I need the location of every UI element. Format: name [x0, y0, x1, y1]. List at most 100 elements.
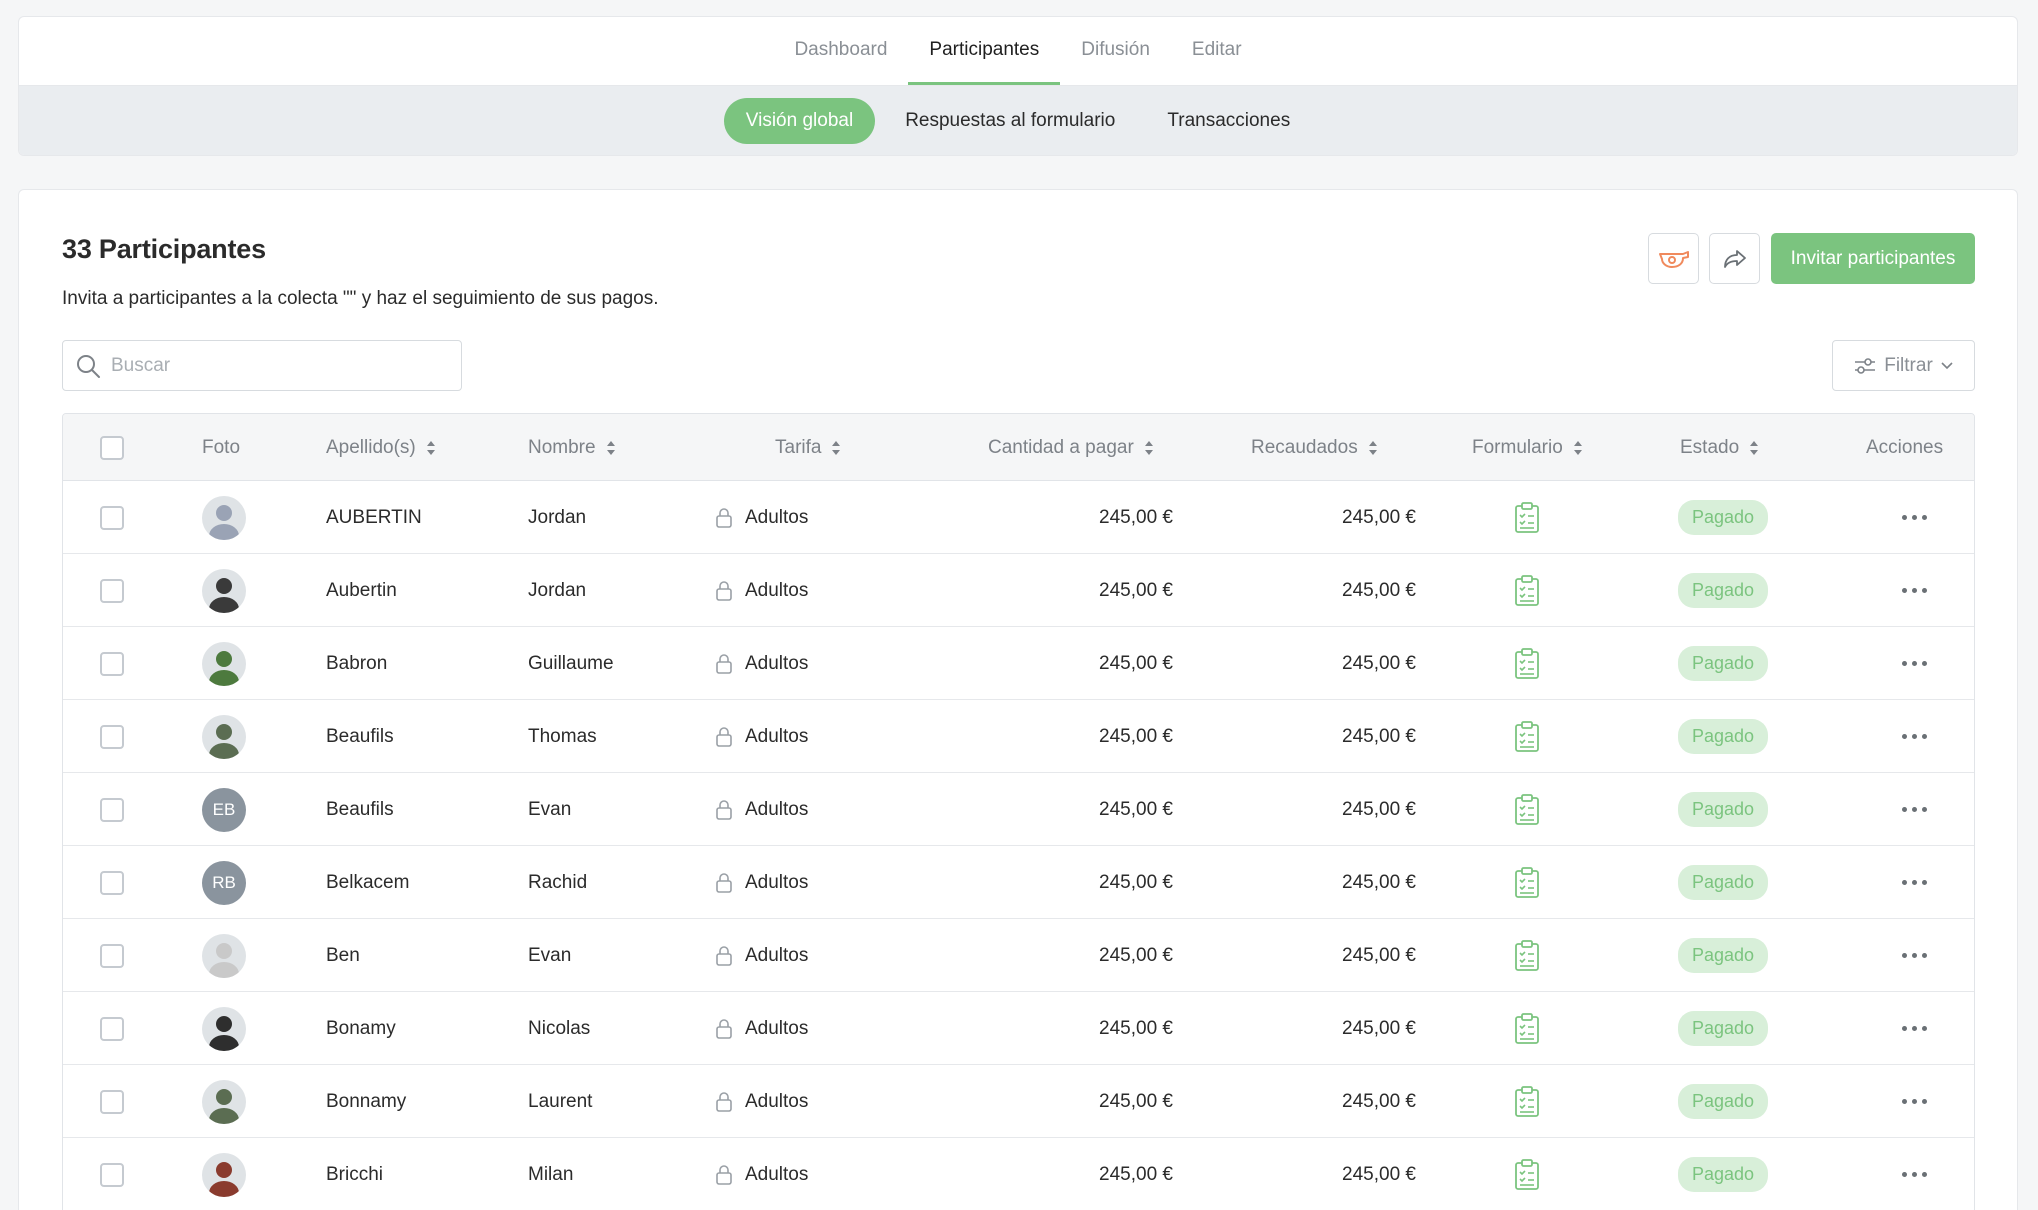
column-header-tarifa[interactable]: Tarifa	[775, 414, 841, 481]
more-actions-button[interactable]	[1894, 945, 1935, 966]
row-select-cell	[100, 1065, 124, 1138]
status-badge: Pagado	[1678, 573, 1769, 608]
row-checkbox[interactable]	[100, 797, 124, 822]
subtab-transacciones[interactable]: Transacciones	[1145, 98, 1312, 144]
column-header-estado[interactable]: Estado	[1680, 414, 1759, 481]
share-icon	[1723, 249, 1746, 268]
estado-cell: Pagado	[1678, 554, 1769, 627]
tab-difusion[interactable]: Difusión	[1060, 17, 1171, 85]
row-checkbox[interactable]	[100, 1089, 124, 1114]
dot	[1922, 1026, 1927, 1031]
recaudados-cell: 245,00 €	[1342, 1163, 1416, 1185]
lock-icon	[716, 1164, 732, 1185]
lock-icon	[716, 945, 732, 966]
table-header: Foto Apellido(s) Nombre Tarifa Cantidad …	[63, 414, 1974, 481]
acciones-cell	[1894, 627, 1935, 700]
estado-cell: Pagado	[1678, 992, 1769, 1065]
whistle-button[interactable]	[1648, 233, 1699, 284]
clipboard-icon[interactable]	[1514, 939, 1540, 972]
clipboard-icon[interactable]	[1514, 1012, 1540, 1045]
more-actions-button[interactable]	[1894, 580, 1935, 601]
acciones-cell	[1894, 919, 1935, 992]
share-button[interactable]	[1709, 233, 1760, 284]
acciones-cell	[1894, 700, 1935, 773]
main-tabs: Dashboard Participantes Difusión Editar	[19, 17, 2017, 86]
dot	[1902, 807, 1907, 812]
clipboard-icon[interactable]	[1514, 1158, 1540, 1191]
nombre-cell: Rachid	[528, 871, 588, 893]
select-all-checkbox[interactable]	[100, 435, 124, 460]
apellido-cell: Bonnamy	[326, 1090, 407, 1112]
clipboard-icon[interactable]	[1514, 866, 1540, 899]
row-checkbox[interactable]	[100, 578, 124, 603]
column-header-cantidad[interactable]: Cantidad a pagar	[988, 414, 1154, 481]
column-label: Foto	[202, 436, 241, 458]
more-actions-button[interactable]	[1894, 726, 1935, 747]
column-header-formulario[interactable]: Formulario	[1472, 414, 1583, 481]
column-label: Recaudados	[1251, 436, 1358, 458]
column-header-nombre[interactable]: Nombre	[528, 414, 616, 481]
row-checkbox[interactable]	[100, 870, 124, 895]
recaudados-cell: 245,00 €	[1342, 1090, 1416, 1112]
subtab-vision-global[interactable]: Visión global	[723, 98, 876, 144]
tarifa-label: Adultos	[745, 944, 809, 966]
lock-icon	[716, 653, 732, 674]
cantidad-cell: 245,00 €	[1099, 652, 1173, 674]
dot	[1922, 1099, 1927, 1104]
row-checkbox[interactable]	[100, 1162, 124, 1187]
invite-participants-button[interactable]: Invitar participantes	[1771, 233, 1975, 284]
cantidad-cell: 245,00 €	[1099, 1090, 1173, 1112]
search-box[interactable]	[62, 340, 462, 391]
tab-participantes[interactable]: Participantes	[908, 17, 1061, 85]
more-actions-button[interactable]	[1894, 872, 1935, 893]
page-subtitle: Invita a participantes a la colecta "" y…	[62, 288, 659, 309]
column-label: Nombre	[528, 436, 596, 458]
photo-cell	[202, 554, 246, 627]
tarifa-cell: Adultos	[715, 1065, 808, 1138]
apellido-cell: Belkacem	[326, 871, 410, 893]
search-input[interactable]	[111, 354, 451, 377]
clipboard-icon[interactable]	[1514, 574, 1540, 607]
filter-button[interactable]: Filtrar	[1832, 340, 1975, 391]
row-checkbox[interactable]	[100, 1016, 124, 1041]
row-select-cell	[100, 481, 124, 554]
more-actions-button[interactable]	[1894, 1164, 1935, 1185]
row-select-cell	[100, 700, 124, 773]
row-checkbox[interactable]	[100, 943, 124, 968]
row-checkbox[interactable]	[100, 724, 124, 749]
more-actions-button[interactable]	[1894, 799, 1935, 820]
acciones-cell	[1894, 1065, 1935, 1138]
more-actions-button[interactable]	[1894, 1018, 1935, 1039]
row-checkbox[interactable]	[100, 505, 124, 530]
formulario-cell	[1514, 1065, 1540, 1138]
tab-editar[interactable]: Editar	[1171, 17, 1263, 85]
cantidad-cell: 245,00 €	[1099, 871, 1173, 893]
clipboard-icon[interactable]	[1514, 647, 1540, 680]
clipboard-icon[interactable]	[1514, 720, 1540, 753]
tab-dashboard[interactable]: Dashboard	[773, 17, 908, 85]
row-checkbox[interactable]	[100, 651, 124, 676]
clipboard-icon[interactable]	[1514, 501, 1540, 534]
clipboard-icon[interactable]	[1514, 793, 1540, 826]
clipboard-icon[interactable]	[1514, 1085, 1540, 1118]
status-badge: Pagado	[1678, 500, 1769, 535]
avatar	[202, 714, 246, 759]
dot	[1912, 588, 1917, 593]
recaudados-cell: 245,00 €	[1342, 725, 1416, 747]
status-badge: Pagado	[1678, 1011, 1769, 1046]
table-row: Babron Guillaume Adultos 245,00 € 245,00…	[63, 627, 1974, 700]
avatar: EB	[202, 787, 246, 832]
more-actions-button[interactable]	[1894, 653, 1935, 674]
column-header-recaudados[interactable]: Recaudados	[1251, 414, 1378, 481]
formulario-cell	[1514, 481, 1540, 554]
recaudados-cell: 245,00 €	[1342, 871, 1416, 893]
subtab-respuestas-formulario[interactable]: Respuestas al formulario	[883, 98, 1137, 144]
tarifa-cell: Adultos	[715, 919, 808, 992]
more-actions-button[interactable]	[1894, 1091, 1935, 1112]
column-header-apellidos[interactable]: Apellido(s)	[326, 414, 436, 481]
apellido-cell: Beaufils	[326, 798, 394, 820]
tarifa-cell: Adultos	[715, 846, 808, 919]
column-label: Cantidad a pagar	[988, 436, 1134, 458]
nombre-cell: Nicolas	[528, 1017, 591, 1039]
more-actions-button[interactable]	[1894, 507, 1935, 528]
